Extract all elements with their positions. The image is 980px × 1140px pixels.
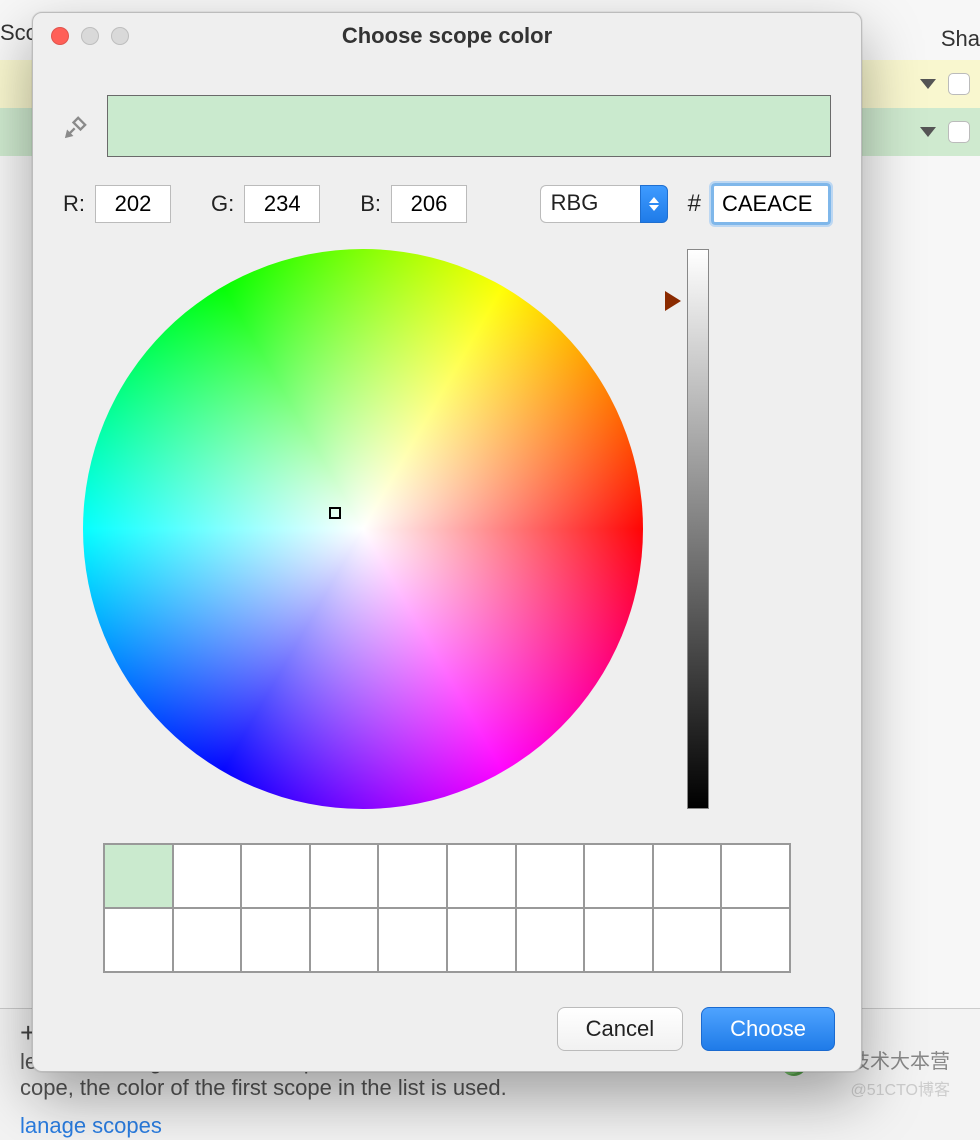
g-input[interactable]: [244, 185, 320, 223]
color-picker-dialog: Choose scope color R: G: B: RBG: [32, 12, 862, 1072]
swatch[interactable]: [104, 908, 173, 972]
swatch[interactable]: [241, 908, 310, 972]
r-input[interactable]: [95, 185, 171, 223]
dialog-title: Choose scope color: [33, 23, 861, 49]
swatch[interactable]: [447, 908, 516, 972]
swatch[interactable]: [241, 844, 310, 908]
swatch[interactable]: [721, 844, 790, 908]
b-label: B:: [360, 191, 381, 217]
swatch[interactable]: [721, 908, 790, 972]
color-preview: [107, 95, 831, 157]
color-wheel[interactable]: [83, 249, 643, 809]
brightness-track[interactable]: [687, 249, 709, 809]
brightness-thumb-icon[interactable]: [665, 291, 681, 311]
swatch[interactable]: [378, 844, 447, 908]
rgb-row: R: G: B: RBG #: [63, 183, 831, 225]
swatch[interactable]: [584, 844, 653, 908]
swatch[interactable]: [310, 844, 379, 908]
watermark-subtext: @51CTO博客: [781, 1076, 950, 1100]
swatch[interactable]: [173, 844, 242, 908]
preview-row: [63, 95, 831, 157]
swatch-grid: [103, 843, 791, 973]
swatch[interactable]: [104, 844, 173, 908]
chevron-down-icon[interactable]: [920, 127, 936, 137]
minimize-icon: [81, 27, 99, 45]
checkbox[interactable]: [948, 73, 970, 95]
eyedropper-icon[interactable]: [63, 112, 91, 140]
color-wheel-marker[interactable]: [329, 507, 341, 519]
format-select-value[interactable]: RBG: [540, 185, 640, 223]
g-label: G:: [211, 191, 234, 217]
dialog-body: R: G: B: RBG #: [33, 59, 861, 973]
dialog-footer: Cancel Choose: [557, 1007, 835, 1051]
swatch[interactable]: [310, 908, 379, 972]
b-input[interactable]: [391, 185, 467, 223]
swatch[interactable]: [516, 844, 585, 908]
close-icon[interactable]: [51, 27, 69, 45]
swatch[interactable]: [378, 908, 447, 972]
swatch[interactable]: [447, 844, 516, 908]
choose-button[interactable]: Choose: [701, 1007, 835, 1051]
bg-right-label: Sha: [941, 26, 980, 52]
select-stepper-icon[interactable]: [640, 185, 668, 223]
brightness-slider[interactable]: [683, 249, 713, 809]
chevron-down-icon[interactable]: [920, 79, 936, 89]
manage-scopes-link[interactable]: lanage scopes: [20, 1113, 960, 1139]
hash-label: #: [688, 190, 701, 218]
r-label: R:: [63, 191, 85, 217]
hex-input[interactable]: [711, 183, 831, 225]
format-select[interactable]: RBG: [540, 185, 668, 223]
swatch[interactable]: [584, 908, 653, 972]
checkbox[interactable]: [948, 121, 970, 143]
swatch[interactable]: [653, 908, 722, 972]
cancel-button[interactable]: Cancel: [557, 1007, 683, 1051]
dialog-titlebar[interactable]: Choose scope color: [33, 13, 861, 59]
zoom-icon: [111, 27, 129, 45]
window-controls: [51, 27, 129, 45]
swatch[interactable]: [516, 908, 585, 972]
wheel-row: [63, 249, 831, 809]
swatch[interactable]: [173, 908, 242, 972]
swatch[interactable]: [653, 844, 722, 908]
